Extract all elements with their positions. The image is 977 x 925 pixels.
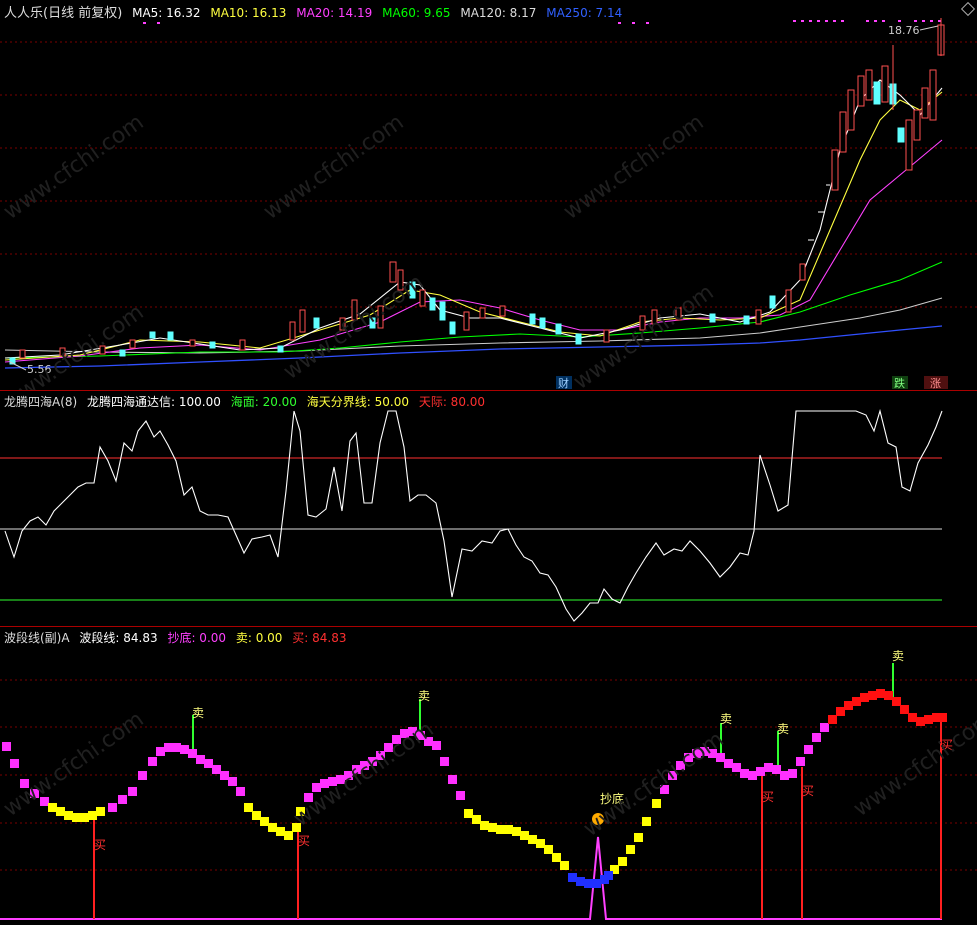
wave-blue bbox=[568, 871, 613, 888]
svg-text:卖: 卖 bbox=[777, 722, 789, 736]
bodaxian-header: 波段线(副)A 波段线: 84.83 抄底: 0.00 卖: 0.00 买: 8… bbox=[4, 629, 352, 646]
longteng-line bbox=[4, 408, 943, 622]
ma120-value: MA120: 8.17 bbox=[460, 6, 537, 20]
longteng-indicator-pane[interactable]: 龙腾四海A(8) 龙腾四海通达信: 100.00 海面: 20.00 海天分界线… bbox=[0, 391, 977, 626]
svg-text:www.cfchi.com: www.cfchi.com bbox=[289, 717, 438, 832]
signal-labels: 卖 卖 卖 卖 卖 买 买 买 买 买 抄底 bbox=[94, 649, 953, 852]
ma60-value: MA60: 9.65 bbox=[382, 6, 451, 20]
ma120-line bbox=[4, 297, 943, 354]
ma20-value: MA20: 14.19 bbox=[296, 6, 373, 20]
stock-title[interactable]: 人人乐(日线 前复权) bbox=[4, 6, 122, 21]
chaodi-value: 抄底: 0.00 bbox=[167, 631, 227, 645]
wave-yellow bbox=[48, 799, 661, 874]
haitian-value: 海天分界线: 50.00 bbox=[306, 395, 409, 409]
svg-text:www.cfchi.com: www.cfchi.com bbox=[0, 110, 149, 225]
candles bbox=[9, 18, 945, 365]
longteng-header: 龙腾四海A(8) 龙腾四海通达信: 100.00 海面: 20.00 海天分界线… bbox=[4, 393, 491, 410]
svg-text:买: 买 bbox=[94, 838, 106, 852]
ma10-value: MA10: 16.13 bbox=[210, 6, 287, 20]
main-header: 人人乐(日线 前复权) MA5: 16.32 MA10: 16.13 MA20:… bbox=[4, 2, 628, 21]
ma250-value: MA250: 7.14 bbox=[546, 6, 623, 20]
svg-text:www.cfchi.com: www.cfchi.com bbox=[259, 110, 408, 225]
ma20-line bbox=[4, 139, 943, 363]
bodaxian-value: 波段线: 84.83 bbox=[79, 631, 158, 645]
svg-text:www.cfchi.com: www.cfchi.com bbox=[579, 727, 728, 842]
svg-text:买: 买 bbox=[298, 834, 310, 848]
svg-text:www.cfchi.com: www.cfchi.com bbox=[0, 300, 149, 390]
svg-text:卖: 卖 bbox=[720, 712, 732, 726]
ma250-line bbox=[4, 325, 943, 369]
buy-bars bbox=[93, 717, 942, 919]
longteng-name[interactable]: 龙腾四海A(8) bbox=[4, 395, 77, 409]
buy-value: 买: 84.83 bbox=[292, 631, 347, 645]
longteng-chart bbox=[0, 408, 943, 622]
haimian-value: 海面: 20.00 bbox=[230, 395, 297, 409]
svg-text:买: 买 bbox=[802, 784, 814, 798]
sell-bars bbox=[192, 663, 894, 767]
longteng-signal: 龙腾四海通达信: 100.00 bbox=[87, 395, 221, 409]
die-marker[interactable]: 跌 bbox=[894, 376, 905, 390]
bodaxian-name[interactable]: 波段线(副)A bbox=[4, 631, 70, 645]
svg-text:卖: 卖 bbox=[418, 689, 430, 703]
high-price-label: 18.76 bbox=[888, 24, 920, 37]
bodaxian-indicator-pane[interactable]: 卖 卖 卖 卖 卖 买 买 买 买 买 抄底 www.cfchi.com www… bbox=[0, 627, 977, 925]
svg-text:买: 买 bbox=[762, 790, 774, 804]
zhang-marker[interactable]: 涨 bbox=[930, 377, 941, 390]
svg-text:卖: 卖 bbox=[192, 706, 204, 720]
sell-value: 卖: 0.00 bbox=[235, 631, 283, 645]
tianji-value: 天际: 80.00 bbox=[418, 395, 486, 409]
candlestick-chart[interactable]: 18.76 5.56 财 跌 涨 www.cfchi.com www.cfchi… bbox=[0, 0, 977, 390]
chaodi-line bbox=[0, 836, 942, 920]
svg-text:卖: 卖 bbox=[892, 649, 904, 663]
svg-text:www.cfchi.com: www.cfchi.com bbox=[0, 707, 149, 822]
svg-text:www.cfchi.com: www.cfchi.com bbox=[849, 707, 977, 822]
ma5-value: MA5: 16.32 bbox=[132, 6, 201, 20]
main-price-pane[interactable]: 18.76 5.56 财 跌 涨 www.cfchi.com www.cfchi… bbox=[0, 0, 977, 390]
cai-marker[interactable]: 财 bbox=[558, 376, 569, 390]
bodaxian-chart: 卖 卖 卖 卖 卖 买 买 买 买 买 抄底 www.cfchi.com www… bbox=[0, 649, 977, 920]
wave-red bbox=[828, 689, 947, 726]
svg-text:www.cfchi.com: www.cfchi.com bbox=[559, 110, 708, 225]
